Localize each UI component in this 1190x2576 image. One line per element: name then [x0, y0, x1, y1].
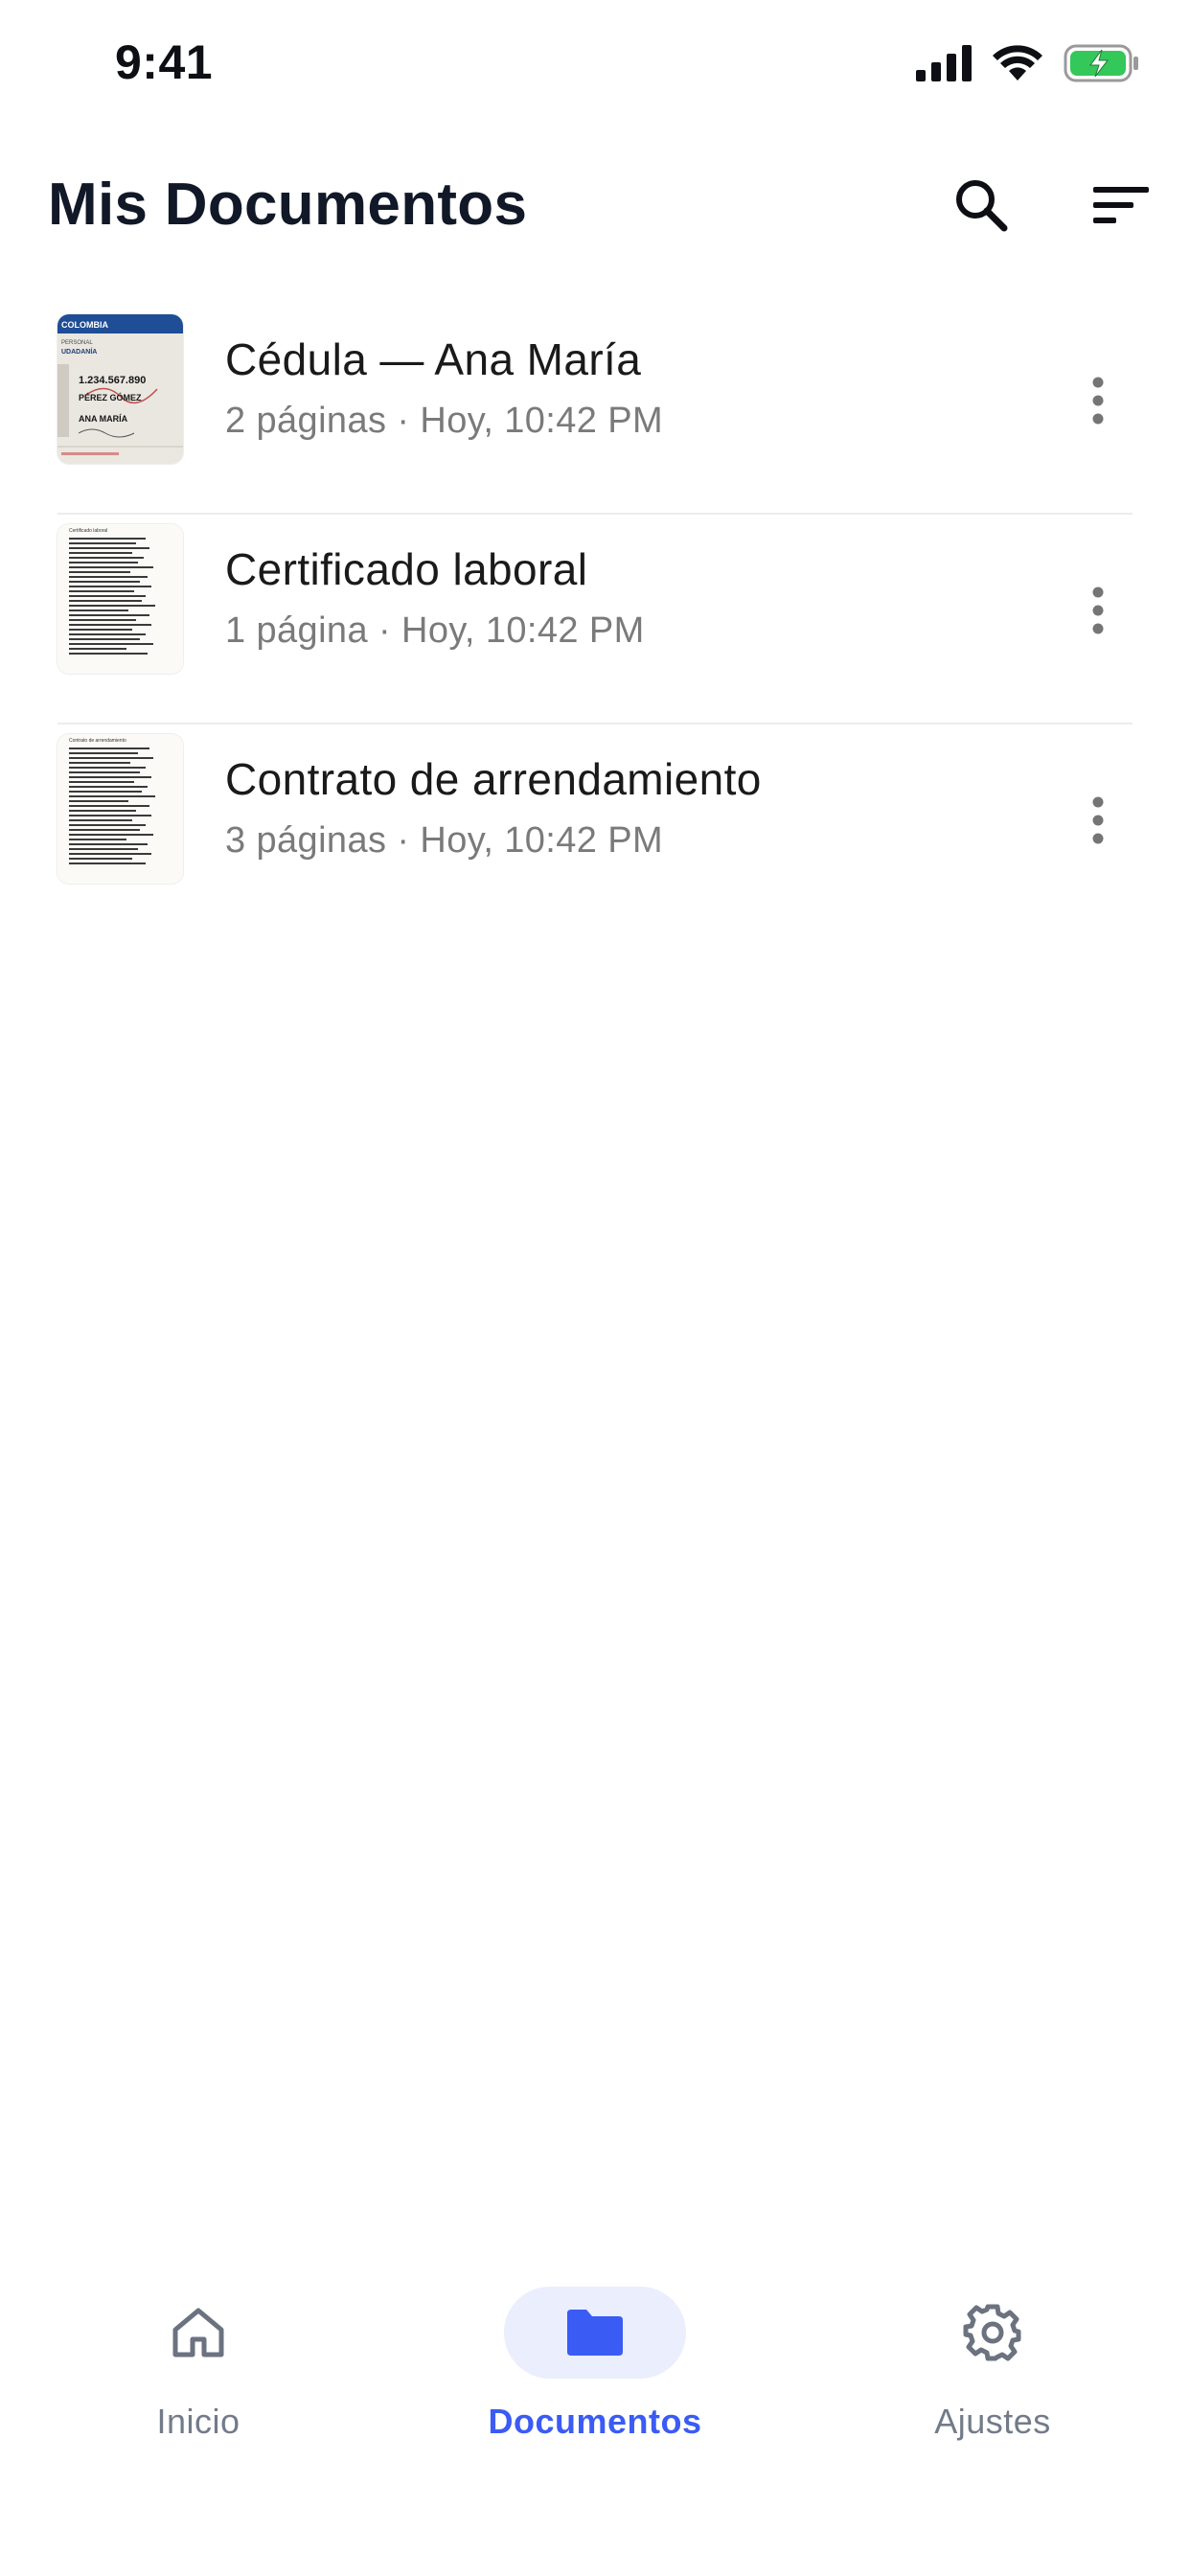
certificate-thumb-heading: Certificado laboral [69, 528, 107, 534]
nav-label: Ajustes [934, 2402, 1051, 2441]
document-thumbnail: Contrato de arrendamiento [57, 734, 183, 884]
nav-item-ajustes[interactable]: Ajustes [849, 2287, 1136, 2478]
more-vertical-icon [1092, 796, 1104, 844]
cellular-signal-icon [916, 45, 972, 81]
nav-icon-container [504, 2287, 686, 2379]
contract-thumbnail: Contrato de arrendamiento [57, 734, 183, 884]
status-time: 9:41 [115, 35, 214, 89]
id-card-number: 1.234.567.890 [79, 375, 146, 386]
search-button[interactable] [939, 163, 1023, 247]
wifi-icon [993, 45, 1042, 80]
id-card-header: COLOMBIA [61, 320, 108, 330]
sort-button[interactable] [1079, 163, 1163, 247]
document-title: Cédula — Ana María [225, 334, 642, 384]
document-title: Certificado laboral [225, 544, 588, 594]
app-screen: 9:41 Mis Documentos COLOMBIA PERSONAL UD… [0, 0, 1190, 2576]
search-icon [956, 180, 1008, 232]
document-title: Contrato de arrendamiento [225, 754, 762, 804]
id-card-name: ANA MARÍA [79, 414, 128, 424]
certificate-thumbnail: Certificado laboral [57, 524, 183, 674]
document-more-button[interactable] [1073, 778, 1123, 862]
document-row[interactable]: COLOMBIA PERSONAL UDADANÍA 1.234.567.890… [0, 305, 1190, 515]
page-header: Mis Documentos [0, 153, 1190, 261]
gear-icon [963, 2304, 1021, 2361]
sort-icon [1093, 187, 1149, 223]
document-list: COLOMBIA PERSONAL UDADANÍA 1.234.567.890… [0, 305, 1190, 934]
status-bar: 9:41 [0, 0, 1190, 130]
id-card-line2: UDADANÍA [61, 347, 97, 356]
nav-icon-container [107, 2287, 289, 2379]
document-more-button[interactable] [1073, 358, 1123, 443]
document-row[interactable]: Contrato de arrendamiento Contrato de ar… [0, 724, 1190, 934]
document-more-button[interactable] [1073, 568, 1123, 653]
nav-label: Inicio [156, 2402, 240, 2441]
more-vertical-icon [1092, 586, 1104, 634]
id-card-thumbnail: COLOMBIA PERSONAL UDADANÍA 1.234.567.890… [57, 314, 183, 464]
nav-icon-container [902, 2287, 1084, 2379]
document-meta: 2 páginas · Hoy, 10:42 PM [225, 401, 664, 441]
bottom-navigation: Inicio Documentos Ajustes [0, 2262, 1190, 2576]
contract-thumb-heading: Contrato de arrendamiento [69, 738, 126, 744]
document-row[interactable]: Certificado laboral Certificado laboral … [0, 515, 1190, 724]
folder-icon [567, 2310, 623, 2356]
status-icons [916, 42, 1140, 84]
nav-item-documentos[interactable]: Documentos [451, 2287, 739, 2478]
nav-label: Documentos [488, 2402, 702, 2441]
nav-item-inicio[interactable]: Inicio [55, 2287, 342, 2478]
battery-charging-icon [1064, 44, 1138, 82]
id-card-line1: PERSONAL [61, 340, 93, 346]
document-meta: 1 página · Hoy, 10:42 PM [225, 610, 645, 651]
document-thumbnail: COLOMBIA PERSONAL UDADANÍA 1.234.567.890… [57, 314, 183, 464]
document-thumbnail: Certificado laboral [57, 524, 183, 674]
home-icon [172, 2308, 224, 2358]
id-card-surname: PÉREZ GÓMEZ [79, 392, 142, 402]
more-vertical-icon [1092, 377, 1104, 425]
document-meta: 3 páginas · Hoy, 10:42 PM [225, 820, 664, 861]
page-title: Mis Documentos [48, 172, 528, 238]
